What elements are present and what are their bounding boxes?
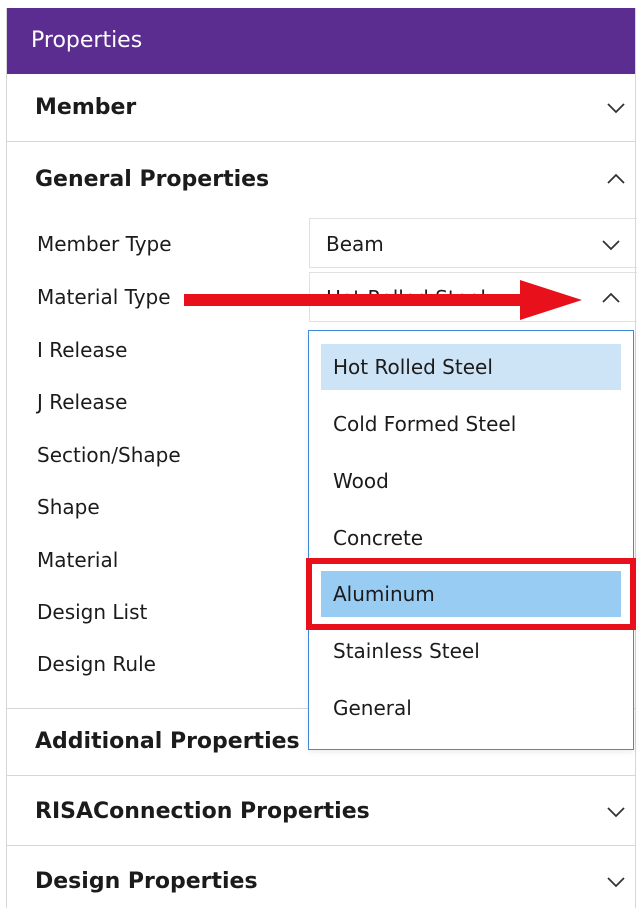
section-general[interactable]: General Properties bbox=[7, 146, 635, 214]
member-type-label: Member Type bbox=[37, 232, 172, 256]
section-risaconnection-label: RISAConnection Properties bbox=[35, 799, 370, 824]
dropdown-option-stainless-steel[interactable]: Stainless Steel bbox=[321, 628, 621, 674]
section-risaconnection[interactable]: RISAConnection Properties bbox=[7, 778, 635, 846]
j-release-label: J Release bbox=[37, 390, 128, 414]
design-list-label: Design List bbox=[37, 600, 148, 624]
design-rule-label: Design Rule bbox=[37, 652, 156, 676]
panel-title: Properties bbox=[7, 8, 635, 74]
material-type-dropdown: Hot Rolled Steel Cold Formed Steel Wood … bbox=[308, 330, 634, 750]
section-general-label: General Properties bbox=[35, 167, 270, 192]
annotation-highlight-box bbox=[306, 558, 636, 630]
dropdown-option-general[interactable]: General bbox=[321, 685, 621, 731]
dropdown-option-concrete[interactable]: Concrete bbox=[321, 515, 621, 561]
chevron-up-icon bbox=[602, 292, 620, 303]
chevron-down-icon bbox=[607, 103, 625, 114]
member-type-value: Beam bbox=[326, 232, 384, 256]
material-type-label: Material Type bbox=[37, 285, 171, 309]
section-design[interactable]: Design Properties bbox=[7, 848, 635, 916]
section-shape-label: Section/Shape bbox=[37, 443, 181, 467]
chevron-up-icon bbox=[607, 173, 625, 184]
dropdown-option-cold-formed-steel[interactable]: Cold Formed Steel bbox=[321, 401, 621, 447]
i-release-label: I Release bbox=[37, 338, 128, 362]
section-design-label: Design Properties bbox=[35, 869, 258, 894]
section-member-label: Member bbox=[35, 95, 137, 120]
shape-label: Shape bbox=[37, 495, 100, 519]
member-type-select[interactable]: Beam bbox=[309, 218, 637, 268]
dropdown-option-wood[interactable]: Wood bbox=[321, 458, 621, 504]
red-arrow-icon bbox=[184, 280, 582, 320]
dropdown-option-hot-rolled-steel[interactable]: Hot Rolled Steel bbox=[321, 344, 621, 390]
chevron-down-icon bbox=[607, 807, 625, 818]
chevron-down-icon bbox=[607, 877, 625, 888]
material-label: Material bbox=[37, 548, 119, 572]
section-member[interactable]: Member bbox=[7, 74, 635, 142]
chevron-down-icon bbox=[602, 240, 620, 251]
section-additional-label: Additional Properties bbox=[35, 729, 300, 754]
